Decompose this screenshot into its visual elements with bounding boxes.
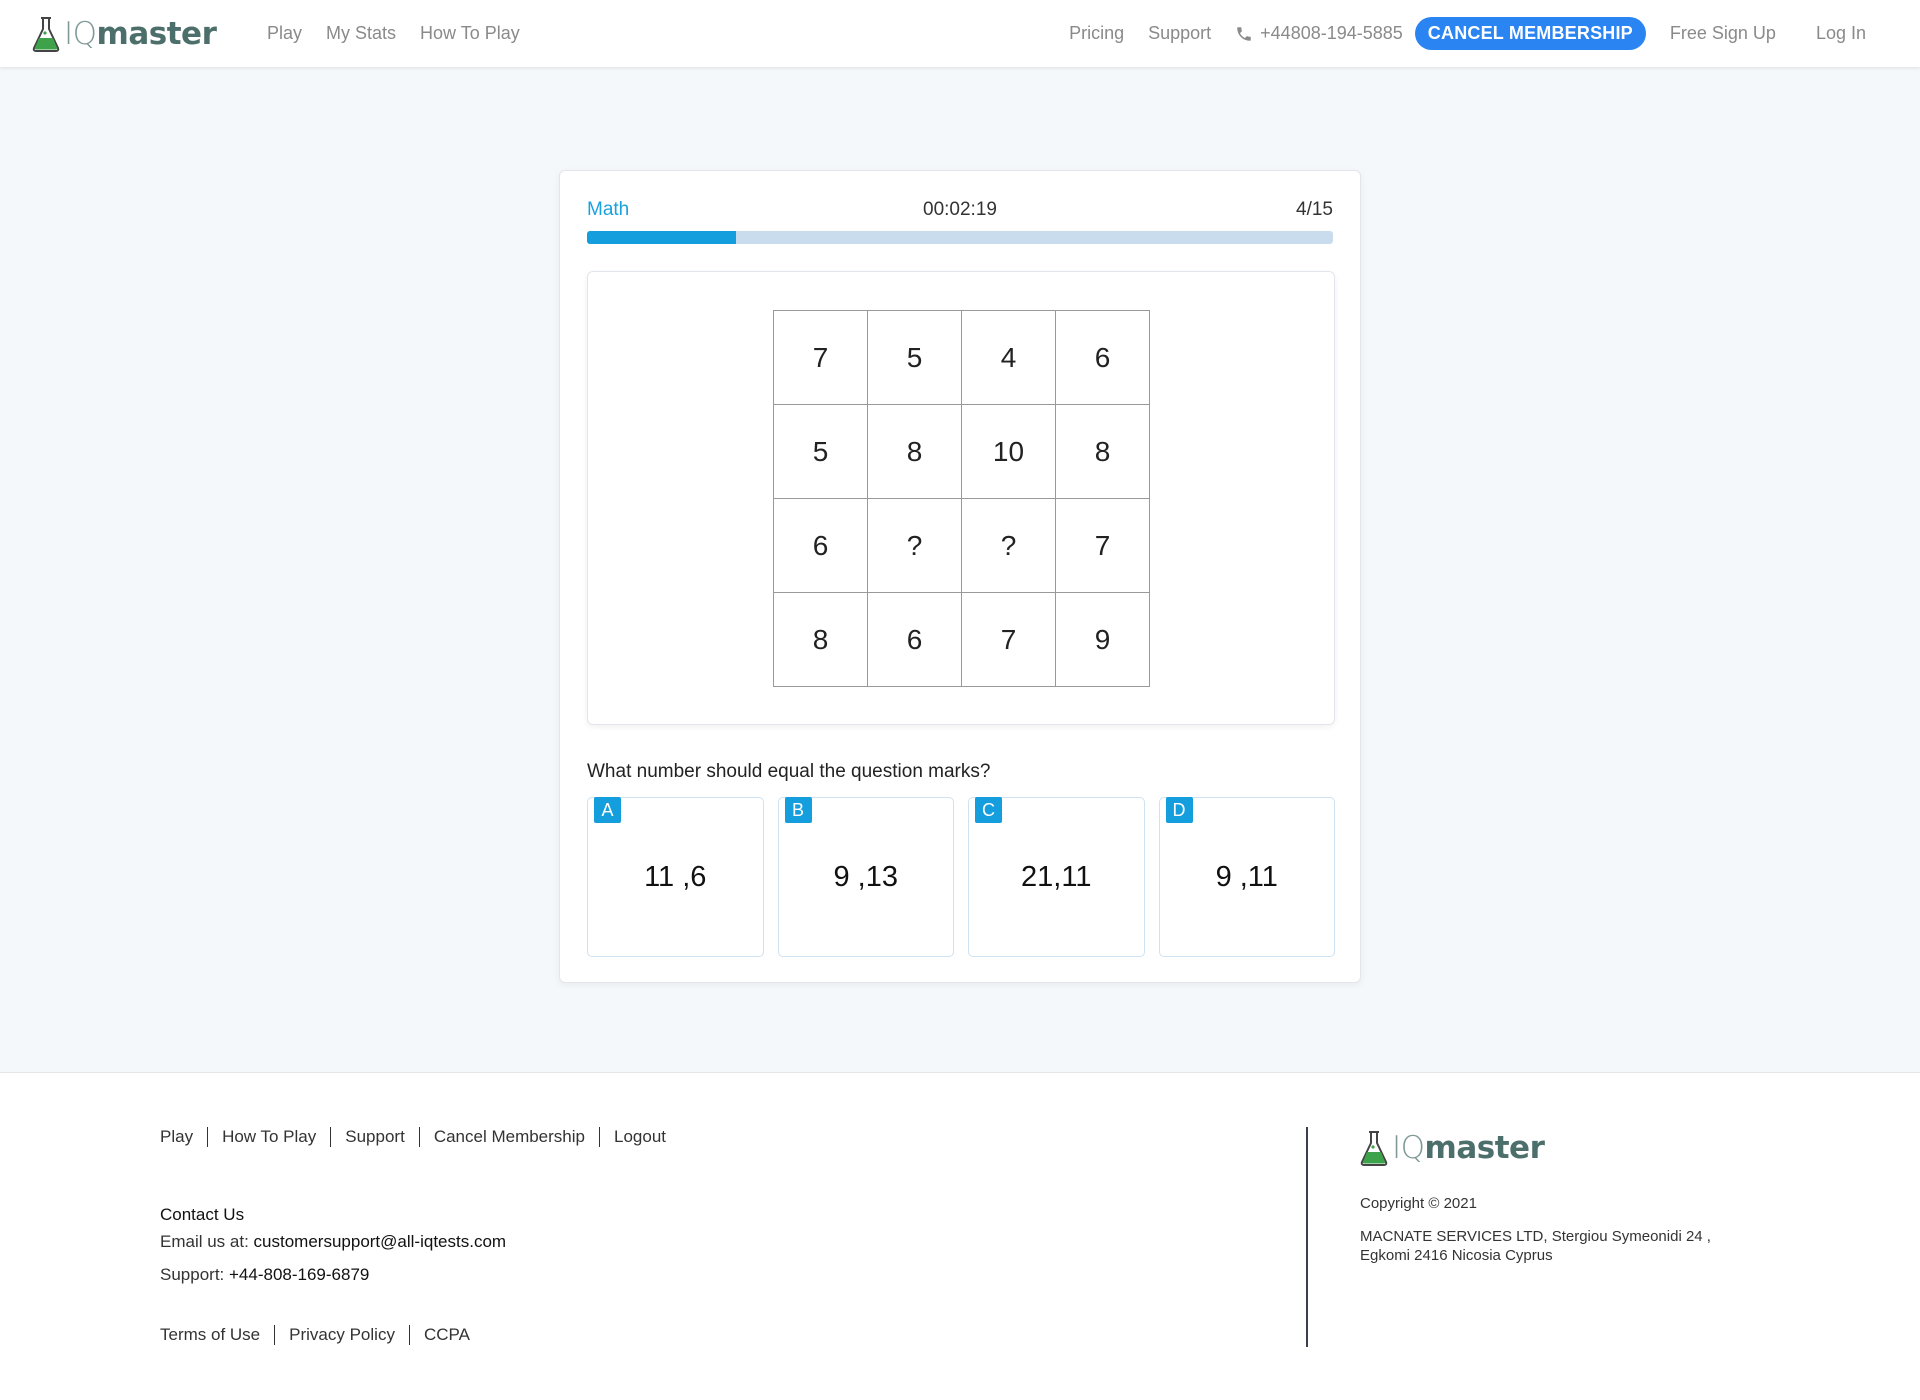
footer-logo-text-iq: IQ	[1392, 1130, 1425, 1166]
cancel-membership-button[interactable]: CANCEL MEMBERSHIP	[1414, 17, 1646, 50]
nav-how-to-play[interactable]: How To Play	[420, 23, 520, 44]
nav-pricing[interactable]: Pricing	[1069, 23, 1124, 44]
footer-divider	[207, 1127, 209, 1147]
puzzle-panel: 7 5 4 6 5 8 10 8 6?? 7 8 6 7 9	[587, 271, 1335, 725]
grid-cell: 5	[868, 311, 962, 405]
nav-my-stats[interactable]: My Stats	[326, 23, 396, 44]
footer-link-how-to-play[interactable]: How To Play	[222, 1127, 316, 1147]
footer-logo-text-master: master	[1424, 1130, 1545, 1166]
flask-icon	[1360, 1131, 1388, 1166]
answer-value: 9 ,13	[833, 860, 899, 893]
main-nav: Play My Stats How To Play	[267, 0, 520, 67]
answer-options: A 11 ,6 B 9 ,13 C 21,11 D 9 ,11	[587, 797, 1335, 957]
progress-bar-fill	[587, 231, 737, 244]
question-text: What number should equal the question ma…	[587, 761, 991, 782]
grid-cell: 10	[962, 405, 1056, 499]
company-address: MACNATE SERVICES LTD, Stergiou Symeonidi…	[1360, 1227, 1740, 1265]
quiz-card: Math 00:02:19 4/15 7 5 4 6 5 8 10 8 6?? 7 8 6 7 9 Wha…	[559, 170, 1361, 983]
question-counter: 4/15	[1296, 199, 1333, 220]
footer-divider	[274, 1325, 276, 1345]
grid-cell: 7	[774, 311, 868, 405]
legal-link-terms[interactable]: Terms of Use	[160, 1325, 260, 1345]
answer-letter-badge: D	[1165, 797, 1193, 823]
grid-cell: 9	[1056, 593, 1150, 687]
answer-option-c[interactable]: C 21,11	[968, 797, 1145, 957]
answer-value: 9 ,11	[1215, 860, 1278, 893]
quiz-status-bar: Math 00:02:19 4/15	[587, 199, 1333, 223]
footer-link-play[interactable]: Play	[160, 1127, 193, 1147]
grid-cell: 6	[1056, 311, 1150, 405]
legal-link-ccpa[interactable]: CCPA	[424, 1325, 470, 1345]
grid-cell: 8	[774, 593, 868, 687]
answer-letter-badge: C	[975, 797, 1002, 823]
grid-cell: 6	[868, 593, 962, 687]
copyright-text: Copyright © 2021	[1360, 1195, 1477, 1212]
contact-support-line: Support: +44-808-169-6879	[160, 1265, 369, 1285]
contact-email-line: Email us at: customersupport@all-iqtests…	[160, 1232, 506, 1252]
logo-text-master: master	[96, 16, 217, 52]
quiz-timer: 00:02:19	[923, 199, 997, 220]
email-label: Email us at:	[160, 1232, 254, 1251]
footer-divider	[599, 1127, 600, 1147]
footer-link-logout[interactable]: Logout	[614, 1127, 666, 1147]
grid-cell: 8	[1056, 405, 1150, 499]
nav-free-signup[interactable]: Free Sign Up	[1670, 23, 1776, 44]
answer-value: 11 ,6	[644, 860, 707, 893]
nav-login[interactable]: Log In	[1816, 23, 1866, 44]
answer-letter-badge: A	[594, 797, 621, 823]
number-grid: 7 5 4 6 5 8 10 8 6?? 7 8 6 7 9	[773, 310, 1150, 687]
company-address-line-1: MACNATE SERVICES LTD, Stergiou Symeonidi…	[1360, 1228, 1711, 1245]
footer: Play How To Play Support Cancel Membersh…	[0, 1072, 1920, 1400]
nav-support[interactable]: Support	[1148, 23, 1211, 44]
grid-cell: 7	[962, 593, 1056, 687]
legal-link-privacy[interactable]: Privacy Policy	[289, 1325, 395, 1345]
footer-link-support[interactable]: Support	[345, 1127, 405, 1147]
answer-option-a[interactable]: A 11 ,6	[587, 797, 764, 957]
flask-icon	[32, 17, 60, 52]
answer-letter-badge: B	[784, 797, 812, 823]
logo-text-iq: IQ	[64, 16, 97, 52]
phone-icon	[1237, 26, 1251, 41]
phone-link[interactable]: +44808-194-5885	[1235, 23, 1403, 44]
support-label: Support:	[160, 1265, 229, 1284]
footer-logo: IQmaster	[1360, 1128, 1545, 1168]
company-address-line-2: Egkomi 2416 Nicosia Cyprus	[1360, 1247, 1553, 1264]
footer-vertical-divider	[1306, 1127, 1308, 1347]
account-nav: Pricing Support +44808-194-5885 CANCEL M…	[1069, 0, 1866, 67]
phone-number: +44808-194-5885	[1260, 23, 1403, 43]
footer-link-cancel-membership[interactable]: Cancel Membership	[434, 1127, 585, 1147]
answer-option-b[interactable]: B 9 ,13	[777, 797, 954, 957]
nav-play[interactable]: Play	[267, 23, 302, 44]
support-email-link[interactable]: customersupport@all-iqtests.com	[254, 1232, 507, 1251]
contact-title: Contact Us	[160, 1205, 245, 1224]
footer-links: Play How To Play Support Cancel Membersh…	[160, 1127, 666, 1147]
legal-links: Terms of Use Privacy Policy CCPA	[160, 1325, 470, 1345]
grid-cell: 6	[774, 499, 868, 593]
answer-value: 21,11	[1021, 860, 1092, 893]
grid-cell: 7	[1056, 499, 1150, 593]
progress-bar	[587, 231, 1333, 244]
answer-option-d[interactable]: D 9 ,11	[1158, 797, 1335, 957]
grid-cell: 5	[774, 405, 868, 499]
footer-divider	[330, 1127, 332, 1147]
grid-cell: ?	[868, 499, 962, 593]
grid-cell: 8	[868, 405, 962, 499]
grid-cell: 4	[962, 311, 1056, 405]
footer-divider	[418, 1127, 420, 1147]
top-navbar: IQmaster Play My Stats How To Play Prici…	[0, 0, 1920, 67]
grid-cell: ?	[962, 499, 1056, 593]
support-phone-link[interactable]: +44-808-169-6879	[229, 1265, 369, 1284]
footer-divider	[408, 1325, 410, 1345]
site-logo[interactable]: IQmaster	[32, 14, 217, 54]
